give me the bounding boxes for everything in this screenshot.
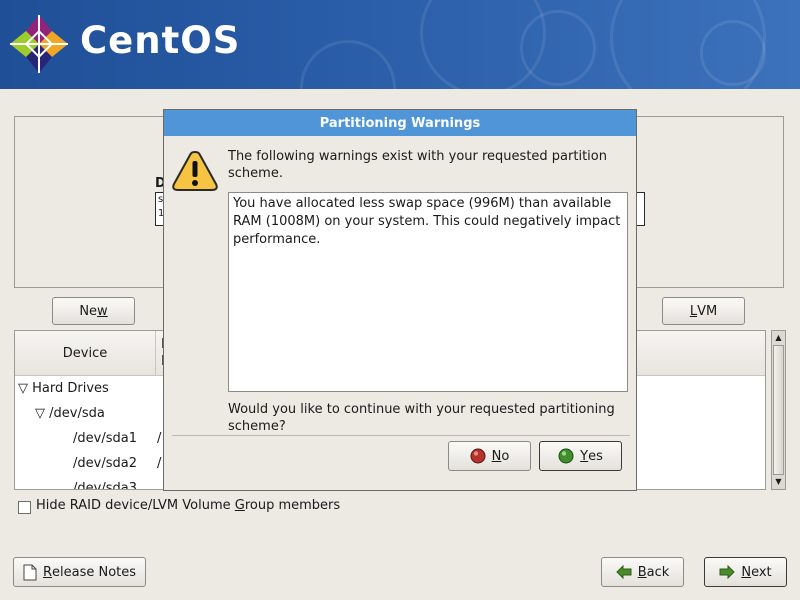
next-post: ext (751, 564, 772, 580)
dialog-question-text: Would you like to continue with your req… (228, 402, 615, 434)
dialog-intro-text: The following warnings exist with your r… (228, 149, 607, 181)
new-label-mnemonic: w (97, 303, 108, 319)
tree-row-hard-drives[interactable]: ▽ Hard Drives (18, 381, 109, 396)
tree-row-mount: / (157, 456, 162, 471)
partitioning-warnings-dialog: Partitioning Warnings The following warn… (163, 109, 637, 491)
tree-row-label: /dev/sda3 (73, 481, 137, 490)
tree-row-label: /dev/sda (49, 406, 105, 421)
tree-scrollbar[interactable]: ▲ ▼ (771, 330, 786, 490)
tree-row-label: /dev/sda1 (73, 431, 137, 446)
back-mnemonic: B (637, 564, 647, 580)
release-notes-mnemonic: R (42, 564, 52, 580)
scroll-down-icon[interactable]: ▼ (773, 476, 784, 488)
yes-mnemonic: Y (580, 448, 589, 464)
new-label-pre: Ne (79, 303, 98, 319)
dialog-separator (172, 435, 630, 436)
tree-row-sda3[interactable]: /dev/sda3 (73, 481, 137, 490)
release-notes-post: elease Notes (52, 564, 137, 580)
hide-raid-label[interactable]: Hide RAID device/LVM Volume Group member… (36, 498, 340, 513)
centos-logo-icon (10, 15, 68, 73)
warning-message-box[interactable]: You have allocated less swap space (996M… (228, 192, 628, 392)
scroll-up-icon[interactable]: ▲ (773, 332, 784, 344)
no-mnemonic: N (491, 448, 502, 464)
tree-row-sda1[interactable]: /dev/sda1 (73, 431, 137, 446)
no-button[interactable]: No (448, 441, 531, 471)
back-button[interactable]: Back (601, 557, 684, 587)
yes-post: es (588, 448, 603, 464)
warning-icon (172, 150, 218, 191)
lvm-button[interactable]: L VM (662, 297, 745, 325)
tree-row-label: Hard Drives (32, 381, 109, 396)
release-notes-button[interactable]: Release Notes (13, 557, 146, 587)
hide-raid-label-post: roup members (244, 498, 341, 513)
tree-row-sda2[interactable]: /dev/sda2 (73, 456, 137, 471)
lvm-label-mnemonic: L (689, 303, 698, 319)
next-button[interactable]: Next (704, 557, 787, 587)
next-mnemonic: N (741, 564, 752, 580)
lvm-label-post: VM (697, 303, 718, 319)
arrow-right-icon (719, 565, 736, 579)
tree-row-mount: / (157, 431, 162, 446)
brand-name: CentOS (80, 19, 241, 62)
back-post: ack (646, 564, 670, 580)
document-icon (23, 564, 37, 580)
hide-raid-label-mnemonic: G (234, 498, 245, 513)
expander-down-icon[interactable]: ▽ (35, 406, 45, 421)
no-post: o (501, 448, 510, 464)
column-header-device[interactable]: Device (15, 331, 156, 375)
arrow-left-icon (615, 565, 632, 579)
new-button[interactable]: Ne w (52, 297, 135, 325)
expander-down-icon[interactable]: ▽ (18, 381, 28, 396)
tree-row-label: /dev/sda2 (73, 456, 137, 471)
tree-row-sda[interactable]: ▽ /dev/sda (35, 406, 105, 421)
scrollbar-thumb[interactable] (773, 345, 784, 475)
hide-raid-checkbox[interactable] (18, 501, 31, 514)
green-circle-icon (558, 448, 574, 464)
red-circle-icon (470, 448, 486, 464)
yes-button[interactable]: Yes (539, 441, 622, 471)
dialog-title: Partitioning Warnings (164, 110, 636, 136)
header-banner: CentOS (0, 0, 800, 89)
hide-raid-label-pre: Hide RAID device/LVM Volume (36, 498, 235, 513)
